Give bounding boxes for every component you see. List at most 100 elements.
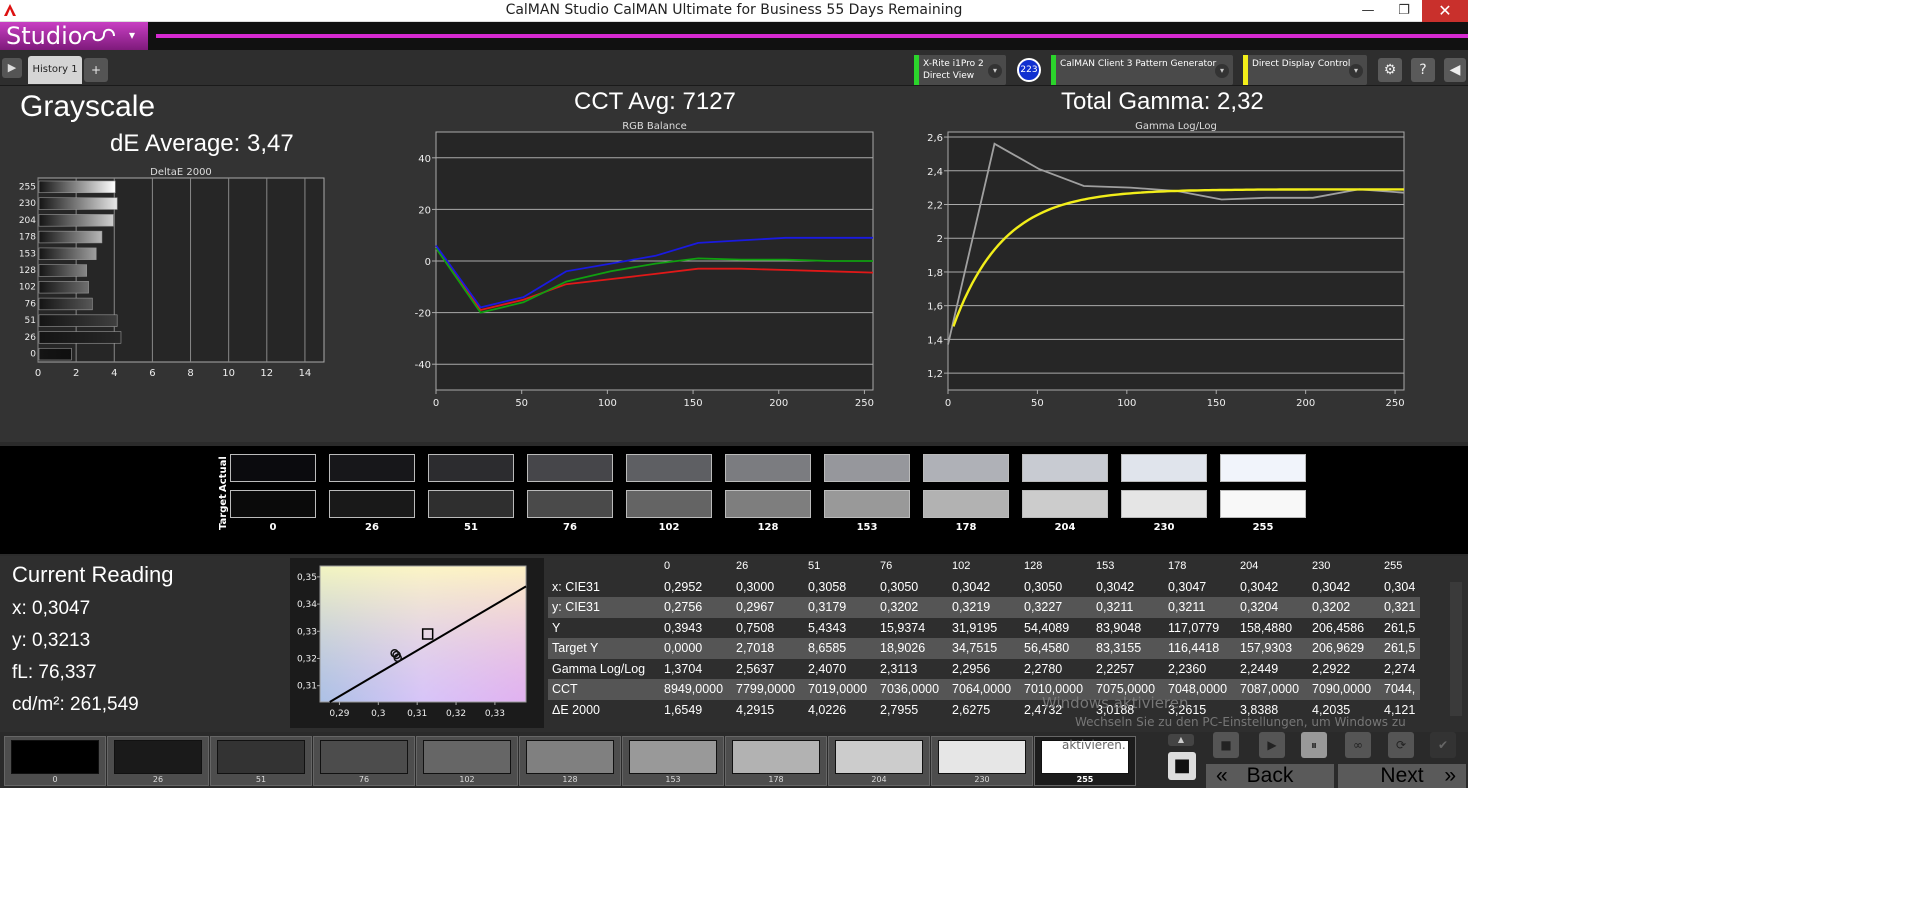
pattern-patch-button[interactable]: 153	[622, 736, 724, 786]
x-tick-label: 250	[855, 398, 874, 409]
read-series-icon[interactable]: ⏸	[1301, 732, 1327, 758]
next-chevron-icon: »	[1444, 764, 1456, 787]
play-icon[interactable]: ▶	[2, 58, 22, 78]
pattern-patch-label: 255	[1076, 775, 1094, 784]
y-tick-label: 0	[425, 257, 431, 268]
pattern-patch-button[interactable]: 204	[828, 736, 930, 786]
stop-icon[interactable]: ■	[1213, 732, 1239, 758]
meter-count-badge[interactable]: 223	[1017, 58, 1041, 82]
table-cell: 8,6585	[804, 638, 876, 659]
maximize-button[interactable]: ❐	[1386, 0, 1422, 22]
minimize-button[interactable]: —	[1350, 0, 1386, 22]
table-cell: 7799,0000	[732, 679, 804, 700]
delta-e-chart-title: DeltaE 2000	[150, 167, 212, 178]
meter-device-selector[interactable]: X-Rite i1Pro 2 Direct View ▾	[914, 55, 1006, 85]
pattern-patch-label: 51	[255, 775, 267, 784]
delta-e-category-label: 0	[30, 350, 36, 360]
table-row[interactable]: x: CIE31 0,2952 0,3000 0,3058 0,3050 0,3042 0,…	[548, 577, 1420, 598]
collapse-panel-icon[interactable]: ◀	[1444, 58, 1466, 82]
read-single-play-icon[interactable]: ▶	[1259, 732, 1285, 758]
table-cell: 18,9026	[876, 638, 948, 659]
table-row[interactable]: Y 0,3943 0,7508 5,4343 15,9374 31,9195 54,4089…	[548, 618, 1420, 639]
y-tick-label: 1,8	[927, 268, 943, 279]
table-row[interactable]: ΔE 2000 1,6549 4,2915 4,0226 2,7955 2,6275 2,4…	[548, 700, 1420, 716]
x-tick-label: 50	[515, 398, 528, 409]
pattern-patch-button[interactable]: 76	[313, 736, 415, 786]
confirm-check-icon[interactable]: ✔	[1430, 732, 1456, 758]
target-swatch	[1220, 490, 1306, 518]
table-row[interactable]: Target Y 0,0000 2,7018 8,6585 18,9026 34,7515…	[548, 638, 1420, 659]
pattern-generator-selector[interactable]: CalMAN Client 3 Pattern Generator ▾	[1051, 55, 1233, 85]
actual-swatch	[824, 454, 910, 482]
cie-x-tick-label: 0,33	[485, 709, 505, 719]
delta-e-category-label: 26	[25, 333, 37, 343]
stop-measurement-button[interactable]: ■	[1168, 752, 1196, 780]
up-arrow-icon[interactable]: ▲	[1168, 734, 1194, 746]
table-cell: 4,2035	[1312, 702, 1351, 716]
table-row[interactable]: CCT 8949,0000 7799,0000 7019,0000 7036,0000 7…	[548, 679, 1420, 700]
de-average-readout: dE Average: 3,47	[110, 130, 294, 157]
target-swatch	[725, 490, 811, 518]
delta-e-bar	[38, 247, 97, 260]
back-button[interactable]: « Back	[1206, 764, 1334, 788]
table-column-header: 0	[664, 560, 671, 573]
delta-e-chart: DeltaE 2000 0 2 4 6 8 10 12 14 255 230 204 178 153 128…	[19, 167, 325, 379]
next-button[interactable]: Next »	[1338, 764, 1466, 788]
pattern-patch-button[interactable]: 178	[725, 736, 827, 786]
close-button[interactable]: ✕	[1422, 0, 1468, 22]
chevron-down-icon[interactable]: ▾	[1349, 64, 1363, 78]
actual-swatch	[1121, 454, 1207, 482]
pattern-patch-button[interactable]: 102	[416, 736, 518, 786]
table-cell: 0,3058	[808, 579, 847, 594]
table-column-header: 178	[1168, 560, 1187, 573]
table-cell: 0,3211	[1092, 597, 1164, 618]
table-cell: 8949,0000	[660, 679, 732, 700]
table-cell: 2,4070	[808, 661, 847, 676]
chevron-down-icon[interactable]: ▾	[988, 64, 1002, 78]
table-vertical-scrollbar[interactable]	[1450, 582, 1462, 716]
delta-e-bar	[38, 281, 89, 294]
table-cell: 0,3211	[1164, 597, 1236, 618]
actual-swatch	[329, 454, 415, 482]
pattern-patch-label: 0	[52, 775, 58, 784]
brand-accent-line	[156, 34, 1468, 38]
delta-e-x-tick: 6	[149, 368, 155, 379]
tab-history-1[interactable]: History 1	[28, 56, 82, 84]
table-column-header: 153	[1096, 560, 1115, 573]
delta-e-category-label: 51	[25, 316, 36, 326]
delta-e-bar	[38, 314, 118, 327]
studio-menu-dropdown-icon[interactable]: ▾	[122, 28, 142, 44]
table-cell: 0,3943	[664, 620, 703, 635]
pattern-patch-label: 230	[974, 775, 990, 784]
x-tick-label: 200	[769, 398, 788, 409]
table-cell: 7090,0000	[1308, 679, 1380, 700]
table-row-label: Target Y	[548, 638, 660, 659]
table-row[interactable]: y: CIE31 0,2756 0,2967 0,3179 0,3202 0,3219 0,…	[548, 597, 1420, 618]
table-row[interactable]: Gamma Log/Log 1,3704 2,5637 2,4070 2,3113 2,2…	[548, 659, 1420, 680]
pattern-patch-color	[629, 740, 717, 774]
swatch-label: 26	[365, 522, 379, 533]
studio-swirl-icon	[83, 28, 115, 42]
pattern-patch-label: 102	[459, 775, 475, 784]
pattern-patch-button[interactable]: 26	[107, 736, 209, 786]
pattern-patch-button[interactable]: 0	[4, 736, 106, 786]
settings-gear-icon[interactable]: ⚙	[1378, 58, 1402, 82]
pattern-patch-button[interactable]: 230	[931, 736, 1033, 786]
table-cell: 7036,0000	[876, 679, 948, 700]
windows-activation-watermark: Windows aktivieren	[1042, 694, 1189, 712]
pattern-patch-button[interactable]: 51	[210, 736, 312, 786]
x-tick-label: 150	[1207, 398, 1226, 409]
measurement-table[interactable]: 0 26 51 76 102 128 153 178 204 230 255 x: CIE31 0,2…	[548, 556, 1450, 716]
target-swatch	[824, 490, 910, 518]
help-icon[interactable]: ?	[1411, 58, 1435, 82]
cie-x-tick-label: 0,32	[446, 709, 466, 719]
display-control-selector[interactable]: Direct Display Control ▾	[1243, 55, 1367, 85]
windows-activation-message: Wechseln Sie zu den PC-Einstellungen, um…	[1075, 715, 1406, 729]
table-column-header: 76	[880, 560, 893, 573]
table-cell: 0,321	[1380, 597, 1420, 618]
continuous-read-icon[interactable]: ∞	[1345, 732, 1371, 758]
pattern-patch-button[interactable]: 128	[519, 736, 621, 786]
refresh-icon[interactable]: ⟳	[1388, 732, 1414, 758]
add-tab-button[interactable]: +	[84, 58, 108, 82]
chevron-down-icon[interactable]: ▾	[1215, 64, 1229, 78]
